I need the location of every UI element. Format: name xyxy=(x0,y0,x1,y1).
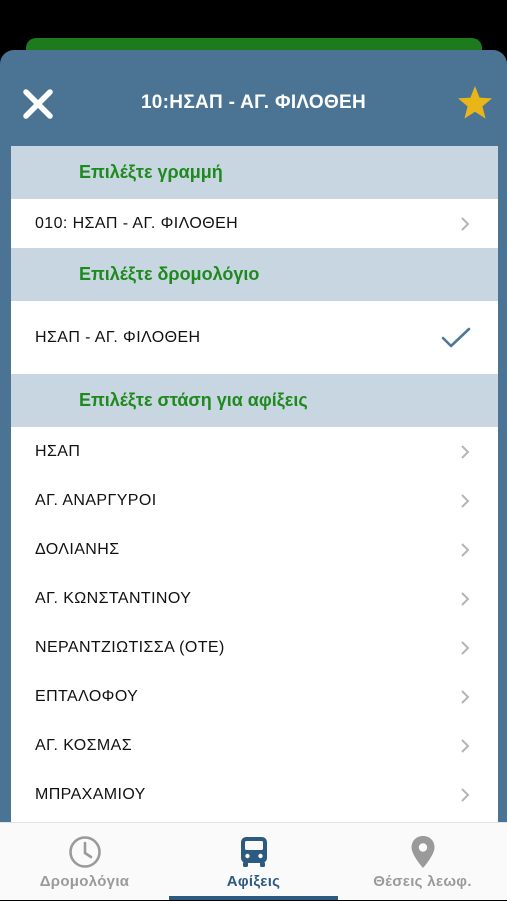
stop-label: ΕΠΤΑΛΟΦΟΥ xyxy=(35,687,139,705)
tab-arrivals[interactable]: Αφίξεις xyxy=(169,823,338,901)
stop-item[interactable]: ΝΕΡΑΝΤΖΙΩΤΙΣΣΑ (ΟΤΕ) xyxy=(11,623,498,672)
chevron-right-icon xyxy=(461,444,470,459)
chevron-right-icon xyxy=(461,689,470,704)
tab-label: Δρομολόγια xyxy=(39,873,130,890)
clock-icon xyxy=(68,836,101,868)
tab-label: Θέσεις λεωφ. xyxy=(373,873,472,890)
location-pin-icon xyxy=(411,836,434,868)
stop-label: ΝΕΡΑΝΤΖΙΩΤΙΣΣΑ (ΟΤΕ) xyxy=(35,638,225,656)
selection-list: Επιλέξτε γραμμή 010: ΗΣΑΠ - ΑΓ. ΦΙΛΟΘΕΗ … xyxy=(11,146,498,822)
stop-label: ΗΣΑΠ xyxy=(35,442,81,460)
route-option[interactable]: ΗΣΑΠ - ΑΓ. ΦΙΛΟΘΕΗ xyxy=(11,301,498,374)
stop-section-header: Επιλέξτε στάση για αφίξεις xyxy=(11,374,498,427)
checkmark-icon xyxy=(441,327,471,347)
stop-item[interactable]: ΑΓ. ΚΟΣΜΑΣ xyxy=(11,721,498,770)
stop-item[interactable]: ΑΓ. ΑΝΑΡΓΥΡΟΙ xyxy=(11,476,498,525)
route-value: ΗΣΑΠ - ΑΓ. ΦΙΛΟΘΕΗ xyxy=(35,328,201,346)
chevron-right-icon xyxy=(461,542,470,557)
page-title: 10:ΗΣΑΠ - ΑΓ. ΦΙΛΟΘΕΗ xyxy=(140,92,367,113)
tab-label: Αφίξεις xyxy=(226,873,281,890)
line-value: 010: ΗΣΑΠ - ΑΓ. ΦΙΛΟΘΕΗ xyxy=(35,214,239,232)
route-selection-sheet: 10:ΗΣΑΠ - ΑΓ. ΦΙΛΟΘΕΗ Επιλέξτε γραμμή 01… xyxy=(0,50,507,822)
stop-label: ΑΓ. ΑΝΑΡΓΥΡΟΙ xyxy=(35,491,157,509)
stop-label: ΔΟΛΙΑΝΗΣ xyxy=(35,540,120,558)
stop-item[interactable]: ΗΣΑΠ xyxy=(11,427,498,476)
chevron-right-icon xyxy=(461,738,470,753)
line-section-header: Επιλέξτε γραμμή xyxy=(11,146,498,199)
close-icon xyxy=(23,89,53,119)
chevron-right-icon xyxy=(461,493,470,508)
chevron-right-icon xyxy=(461,640,470,655)
star-icon xyxy=(458,86,492,119)
stop-item[interactable]: ΔΟΛΙΑΝΗΣ xyxy=(11,525,498,574)
active-tab-indicator xyxy=(169,896,338,900)
stop-item[interactable]: ΑΓ. ΚΩΝΣΤΑΝΤΙΝΟΥ xyxy=(11,574,498,623)
close-button[interactable] xyxy=(22,88,54,120)
bottom-tab-bar: Δρομολόγια Αφίξεις Θέσεις λεωφ. xyxy=(0,822,507,900)
stop-label: ΑΓ. ΚΩΝΣΤΑΝΤΙΝΟΥ xyxy=(35,589,192,607)
tab-routes[interactable]: Δρομολόγια xyxy=(0,823,169,901)
tab-bus-locations[interactable]: Θέσεις λεωφ. xyxy=(338,823,507,901)
sheet-header: 10:ΗΣΑΠ - ΑΓ. ΦΙΛΟΘΕΗ xyxy=(0,50,507,146)
chevron-right-icon xyxy=(461,591,470,606)
stop-item[interactable]: ΜΠΡΑΧΑΜΙΟΥ xyxy=(11,770,498,819)
stop-label: ΑΓ. ΚΟΣΜΑΣ xyxy=(35,736,133,754)
route-section-header: Επιλέξτε δρομολόγιο xyxy=(11,248,498,301)
line-selector[interactable]: 010: ΗΣΑΠ - ΑΓ. ΦΙΛΟΘΕΗ xyxy=(11,199,498,248)
chevron-right-icon xyxy=(461,216,470,231)
stop-item[interactable]: ΕΠΤΑΛΟΦΟΥ xyxy=(11,672,498,721)
favorite-button[interactable] xyxy=(456,84,494,122)
bus-icon xyxy=(240,837,267,867)
stop-label: ΜΠΡΑΧΑΜΙΟΥ xyxy=(35,785,146,803)
chevron-right-icon xyxy=(461,787,470,802)
